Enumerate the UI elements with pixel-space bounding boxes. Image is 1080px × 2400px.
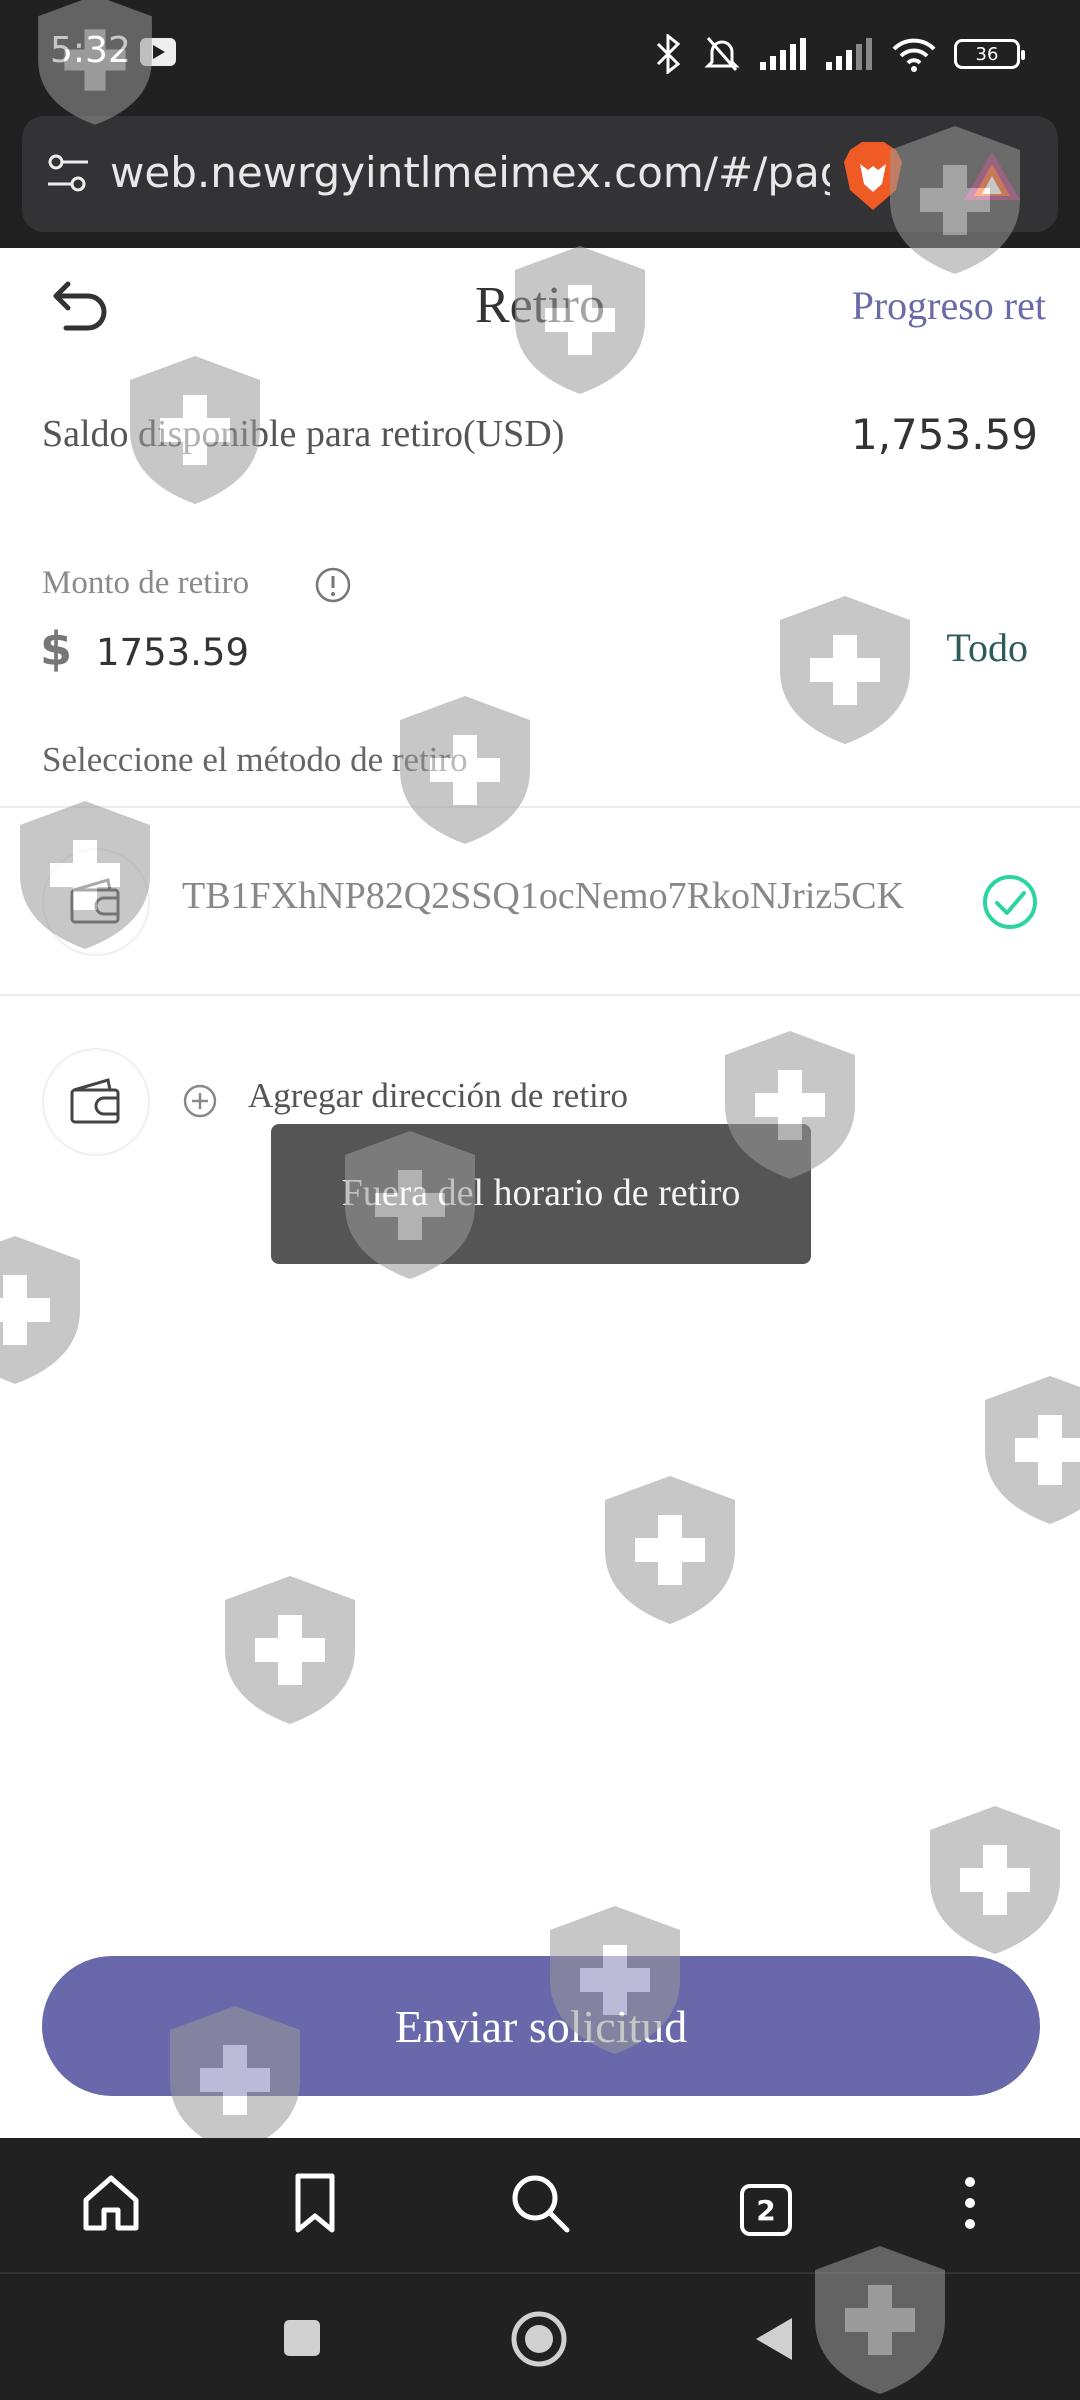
more-options-icon[interactable] xyxy=(935,2168,1005,2238)
wifi-icon xyxy=(892,38,936,72)
withdrawal-amount-label: Monto de retiro xyxy=(42,565,250,601)
withdrawal-address: TB1FXhNP82Q2SSQ1ocNemo7RkoNJriz5CK xyxy=(182,875,905,917)
search-icon[interactable] xyxy=(505,2168,575,2238)
bookmark-icon[interactable] xyxy=(280,2168,350,2238)
wallet-avatar xyxy=(42,1048,150,1156)
toast-message: Fuera del horario de retiro xyxy=(271,1124,811,1264)
add-withdrawal-address-label[interactable]: Agregar dirección de retiro xyxy=(248,1076,628,1116)
url-box[interactable]: web.newrgyintlmeimex.com/#/page xyxy=(22,116,1058,232)
brave-rewards-icon[interactable] xyxy=(962,150,1022,202)
withdrawal-progress-link[interactable]: Progreso ret xyxy=(852,282,1046,329)
browser-bar: web.newrgyintlmeimex.com/#/page xyxy=(0,108,1080,248)
withdrawal-method-label: Seleccione el método de retiro xyxy=(42,740,468,779)
info-icon[interactable] xyxy=(314,566,352,604)
submit-request-button[interactable]: Enviar solicitud xyxy=(42,1956,1040,2096)
back-nav-icon[interactable] xyxy=(752,2316,796,2362)
plus-circle-icon[interactable] xyxy=(182,1083,218,1119)
status-time: 5:32 xyxy=(50,30,131,71)
status-icons: 36 xyxy=(650,30,1025,78)
youtube-notification-icon xyxy=(140,38,176,66)
bluetooth-icon xyxy=(656,34,681,74)
watermark-shield-icon xyxy=(0,1236,80,1384)
home-nav-icon[interactable] xyxy=(510,2310,568,2368)
signal-icon-2 xyxy=(826,38,872,70)
watermark-shield-icon xyxy=(225,1576,355,1724)
wallet-icon xyxy=(70,1078,120,1124)
browser-toolbar xyxy=(0,2138,1080,2272)
mute-bell-icon xyxy=(704,37,740,71)
system-navigation-bar xyxy=(0,2272,1080,2400)
divider xyxy=(0,806,1080,808)
watermark-shield-icon xyxy=(605,1476,735,1624)
brave-shields-icon[interactable] xyxy=(840,140,906,212)
url-text[interactable]: web.newrgyintlmeimex.com/#/page xyxy=(110,148,830,204)
currency-symbol: $ xyxy=(40,622,73,676)
recent-apps-icon[interactable] xyxy=(282,2318,322,2358)
site-settings-icon[interactable] xyxy=(44,152,92,196)
watermark-shield-icon xyxy=(985,1376,1080,1524)
status-bar: 5:32 36 xyxy=(0,0,1080,108)
wallet-icon xyxy=(70,878,120,924)
available-balance-label: Saldo disponible para retiro(USD) xyxy=(42,413,565,455)
divider xyxy=(0,994,1080,996)
home-icon[interactable] xyxy=(76,2168,146,2238)
watermark-shield-icon xyxy=(930,1806,1060,1954)
available-balance-value: 1,753.59 xyxy=(850,410,1038,459)
withdrawal-amount-input[interactable] xyxy=(96,624,796,680)
tab-count-button[interactable]: 2 xyxy=(740,2184,792,2236)
withdraw-all-button[interactable]: Todo xyxy=(946,624,1028,671)
battery-icon: 36 xyxy=(954,39,1025,69)
selected-check-icon xyxy=(983,875,1037,929)
wallet-avatar xyxy=(42,848,150,956)
signal-icon-1 xyxy=(760,38,806,70)
